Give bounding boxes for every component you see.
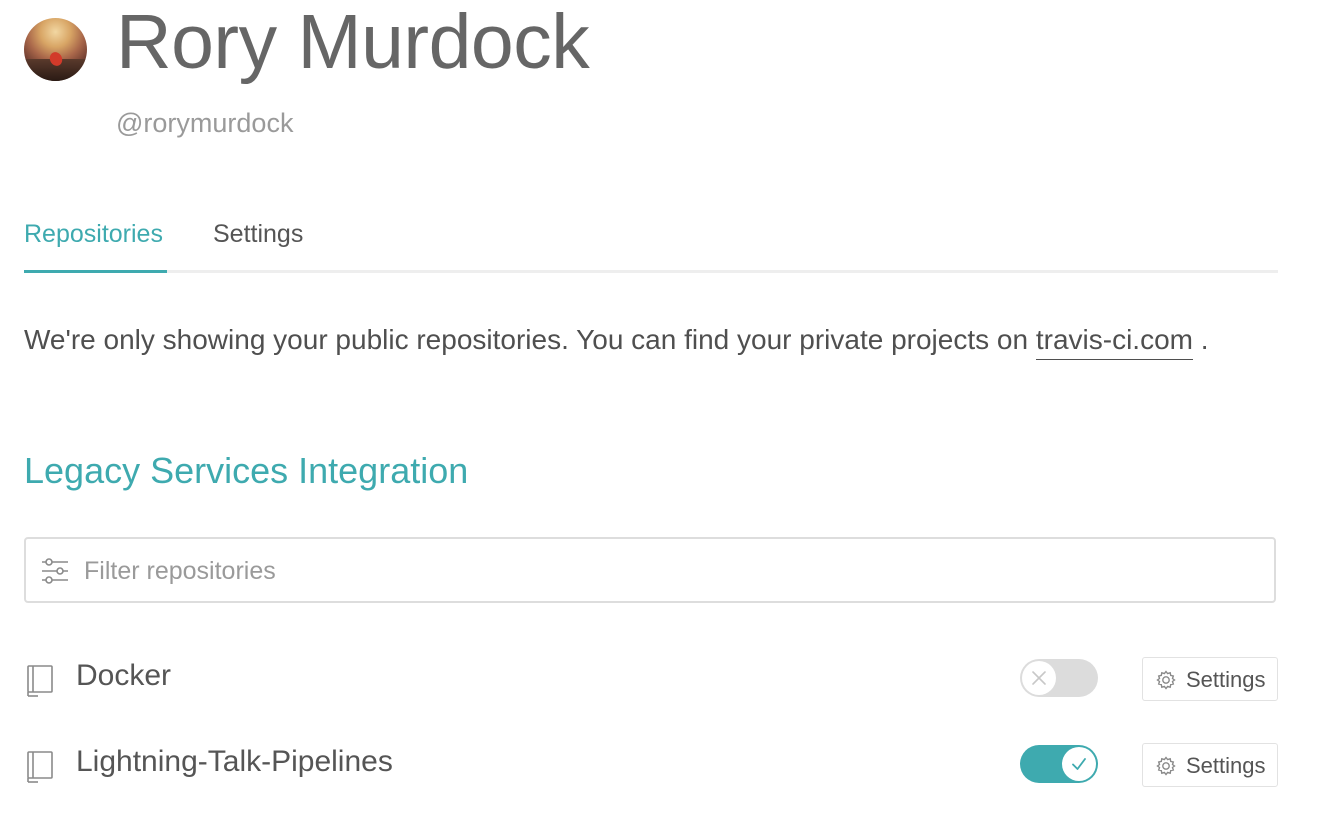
tab-settings[interactable]: Settings [213,220,303,249]
gear-icon [1156,756,1176,776]
tab-repositories[interactable]: Repositories [24,220,163,249]
profile-name: Rory Murdock [116,0,590,85]
repo-settings-button-docker[interactable]: Settings [1142,657,1278,701]
repo-settings-button-lightning-talk-pipelines[interactable]: Settings [1142,743,1278,787]
repo-row-docker: Docker Settings [24,655,1278,703]
repo-name: Docker [76,659,172,692]
avatar [24,18,87,81]
repo-book-icon [27,751,53,783]
filter-repositories-input[interactable] [82,539,1266,603]
repo-toggle-lightning-talk-pipelines[interactable] [1020,745,1098,783]
notice-text: We're only showing your public repositor… [24,324,1029,355]
section-title: Legacy Services Integration [24,450,469,491]
repo-toggle-docker[interactable] [1020,659,1098,697]
settings-button-label: Settings [1186,753,1266,778]
check-icon [1072,758,1086,770]
sliders-icon [42,558,68,584]
profile-handle: @rorymurdock [116,108,294,138]
settings-button-label: Settings [1186,667,1266,692]
repo-row-lightning-talk-pipelines: Lightning-Talk-Pipelines Settings [24,741,1278,789]
filter-box [24,537,1276,603]
repo-name: Lightning-Talk-Pipelines [76,745,393,778]
notice-suffix: . [1200,324,1209,355]
close-icon [1032,671,1046,685]
travis-ci-com-link[interactable]: travis-ci.com [1035,324,1193,360]
gear-icon [1156,670,1176,690]
repo-book-icon [27,665,53,697]
profile-tabs: Repositories Settings [24,216,1278,273]
public-repos-notice: We're only showing your public repositor… [24,324,1209,360]
active-tab-indicator [24,270,167,273]
